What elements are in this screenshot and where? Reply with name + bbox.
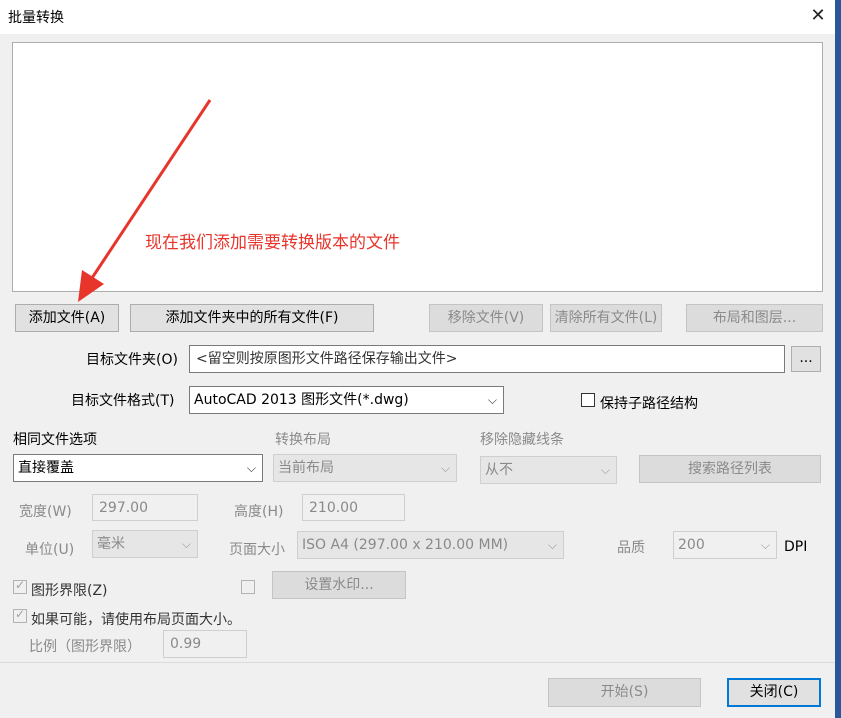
keep-subpath-checkbox[interactable] xyxy=(581,393,595,407)
check-icon: ✓ xyxy=(15,578,26,592)
same-file-option-value: 直接覆盖 xyxy=(18,460,74,476)
chevron-down-icon: ⌵ xyxy=(181,537,191,551)
target-folder-label: 目标文件夹(O) xyxy=(86,352,178,368)
browse-button[interactable]: ... xyxy=(791,346,821,372)
chevron-down-icon: ⌵ xyxy=(487,393,497,407)
chevron-down-icon: ⌵ xyxy=(547,538,557,552)
add-file-button[interactable]: 添加文件(A) xyxy=(15,304,119,332)
target-folder-input[interactable]: <留空则按原图形文件路径保存输出文件> xyxy=(189,345,785,373)
same-file-option-label: 相同文件选项 xyxy=(13,432,97,448)
extents-checkbox[interactable]: ✓ xyxy=(13,578,27,594)
start-button[interactable]: 开始(S) xyxy=(548,678,701,707)
target-format-value: AutoCAD 2013 图形文件(*.dwg) xyxy=(194,392,409,408)
add-folder-files-button[interactable]: 添加文件夹中的所有文件(F) xyxy=(130,304,374,332)
scale-input[interactable]: 0.99 xyxy=(163,630,247,658)
extents-label: 图形界限(Z) xyxy=(31,583,108,599)
quality-label: 品质 xyxy=(617,540,645,556)
use-layout-size-label: 如果可能，请使用布局页面大小。 xyxy=(31,612,241,628)
clear-all-files-button[interactable]: 清除所有文件(L) xyxy=(550,304,662,332)
page-size-label: 页面大小 xyxy=(229,542,285,558)
annotation-text: 现在我们添加需要转换版本的文件 xyxy=(145,233,400,253)
close-button[interactable]: 关闭(C) xyxy=(727,678,821,707)
convert-layout-value: 当前布局 xyxy=(278,460,334,476)
remove-file-button[interactable]: 移除文件(V) xyxy=(429,304,543,332)
chevron-down-icon: ⌵ xyxy=(600,463,610,477)
remove-hidden-lines-select[interactable]: 从不 ⌵ xyxy=(480,456,617,484)
quality-select[interactable]: 200 ⌵ xyxy=(673,531,777,559)
quality-unit-label: DPI xyxy=(784,539,808,555)
target-format-select[interactable]: AutoCAD 2013 图形文件(*.dwg) ⌵ xyxy=(189,386,504,414)
chevron-down-icon: ⌵ xyxy=(760,538,770,552)
page-size-value: ISO A4 (297.00 x 210.00 MM) xyxy=(302,537,509,553)
keep-subpath-label: 保持子路径结构 xyxy=(600,396,698,412)
convert-layout-label: 转换布局 xyxy=(275,432,331,448)
same-file-option-select[interactable]: 直接覆盖 ⌵ xyxy=(13,454,263,482)
check-icon: ✓ xyxy=(15,607,26,621)
quality-value: 200 xyxy=(678,537,705,553)
page-size-select[interactable]: ISO A4 (297.00 x 210.00 MM) ⌵ xyxy=(297,531,564,559)
unit-label: 单位(U) xyxy=(25,542,75,558)
unit-select[interactable]: 毫米 ⌵ xyxy=(92,530,198,558)
divider xyxy=(0,662,835,663)
remove-hidden-lines-value: 从不 xyxy=(485,462,513,478)
target-format-label: 目标文件格式(T) xyxy=(71,393,175,409)
remove-hidden-lines-label: 移除隐藏线条 xyxy=(480,432,564,448)
watermark-checkbox[interactable] xyxy=(241,580,255,594)
watermark-settings-button[interactable]: 设置水印... xyxy=(272,571,406,599)
height-input[interactable]: 210.00 xyxy=(302,494,405,521)
use-layout-size-checkbox[interactable]: ✓ xyxy=(13,607,27,623)
width-label: 宽度(W) xyxy=(19,504,72,520)
height-label: 高度(H) xyxy=(234,504,284,520)
scale-label: 比例（图形界限） xyxy=(29,639,141,655)
convert-layout-select[interactable]: 当前布局 ⌵ xyxy=(273,454,457,482)
chevron-down-icon: ⌵ xyxy=(246,461,256,475)
unit-value: 毫米 xyxy=(97,536,125,552)
width-input[interactable]: 297.00 xyxy=(92,494,198,521)
chevron-down-icon: ⌵ xyxy=(440,461,450,475)
layout-layers-button[interactable]: 布局和图层... xyxy=(686,304,823,332)
search-path-list-button[interactable]: 搜索路径列表 xyxy=(639,455,821,483)
